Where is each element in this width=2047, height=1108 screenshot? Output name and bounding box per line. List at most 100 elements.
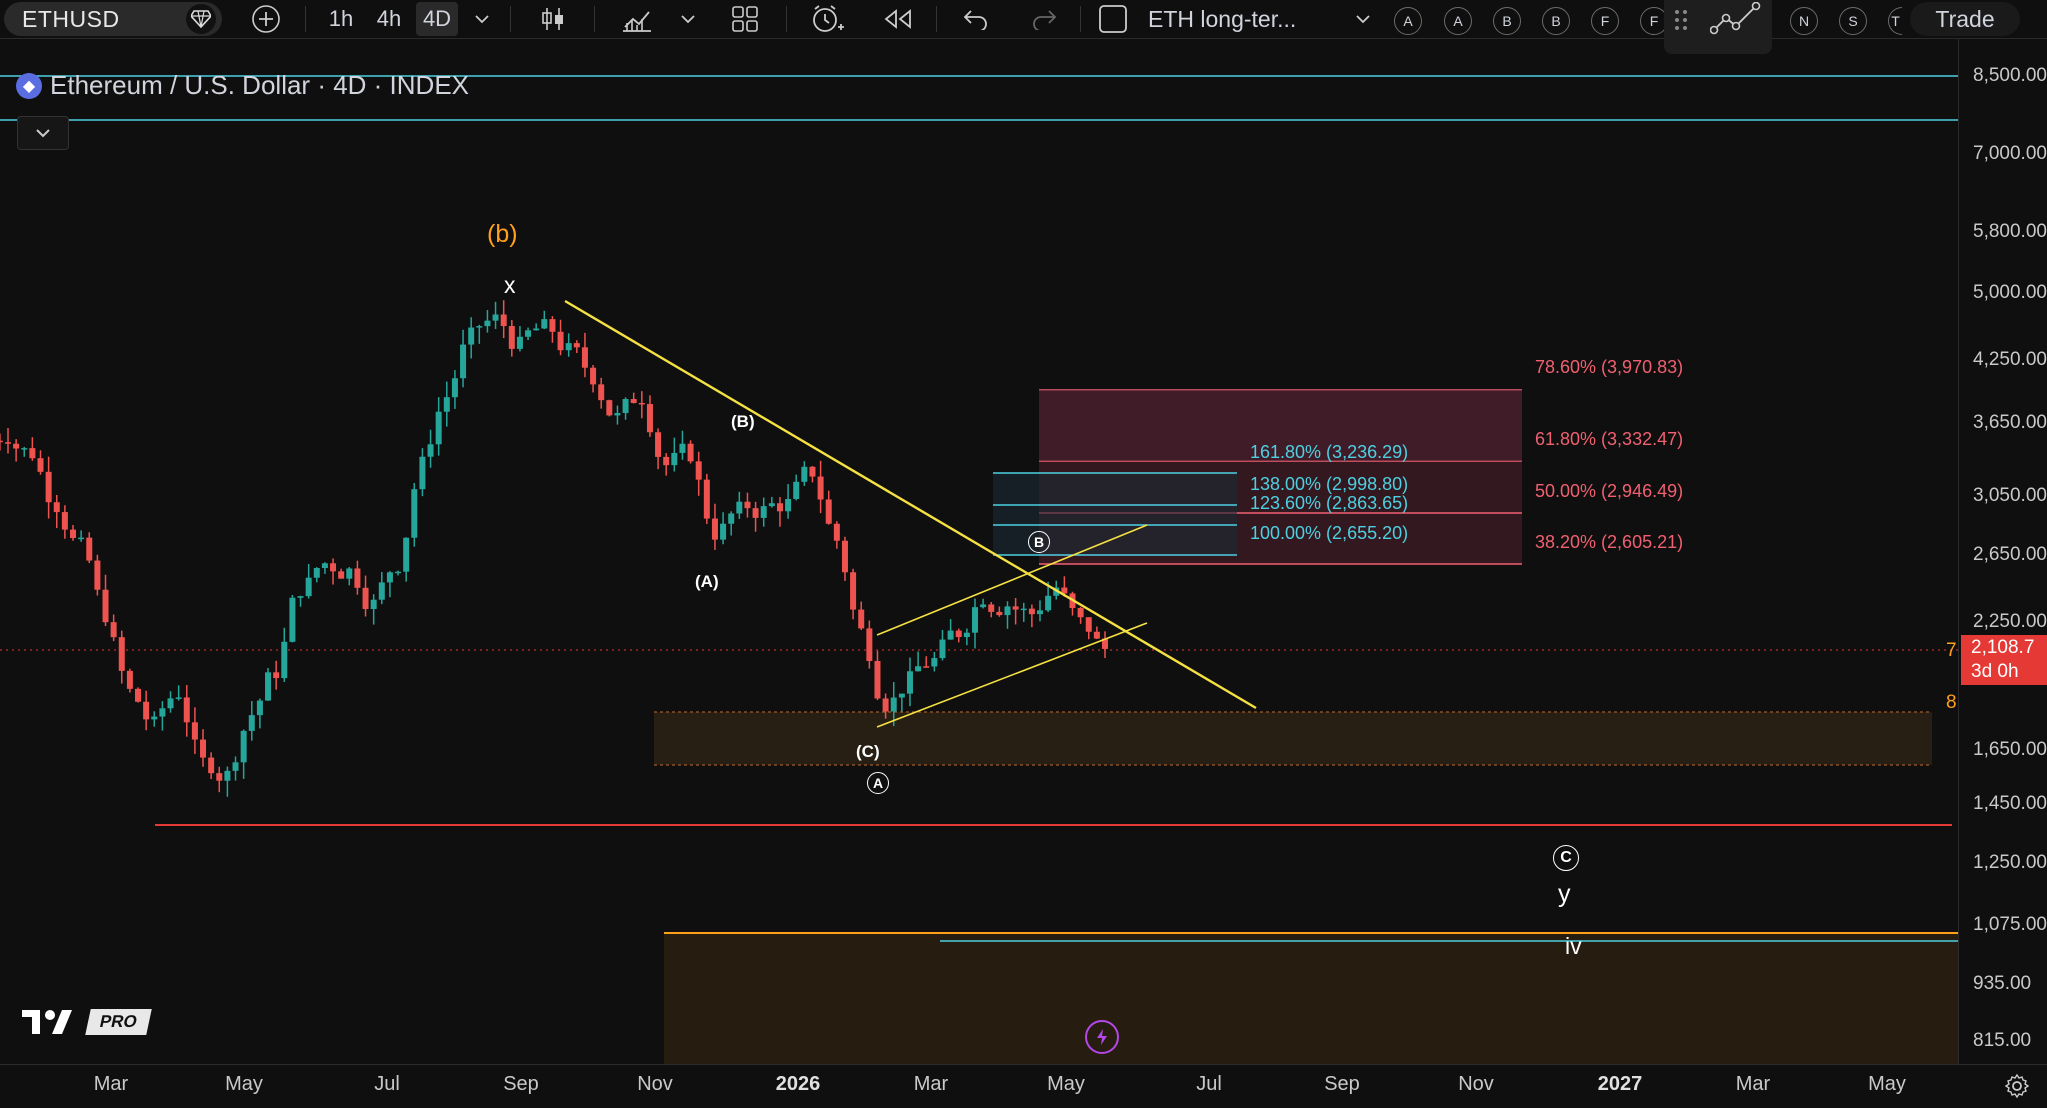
chart-settings-gear-icon[interactable] — [2004, 1073, 2030, 1099]
time-tick: Mar — [913, 1073, 949, 1095]
candle-body — [809, 466, 816, 477]
replay-icon[interactable] — [878, 0, 916, 38]
candle-body — [94, 560, 101, 590]
legend-collapse-button[interactable] — [17, 116, 69, 150]
candle-body — [508, 326, 515, 349]
candle-body — [1020, 608, 1027, 611]
watch-circle-t[interactable]: T — [1888, 7, 1902, 35]
candle-body — [362, 587, 369, 610]
watch-circle-a1[interactable]: A — [1394, 7, 1422, 35]
candle-body — [118, 637, 125, 671]
candle-body — [744, 501, 751, 509]
add-symbol-button[interactable] — [248, 0, 284, 38]
time-tick: Nov — [637, 1073, 673, 1095]
candle-body — [1077, 608, 1084, 618]
interval-4h-button[interactable]: 4h — [368, 0, 410, 38]
candle-body — [460, 344, 467, 379]
lightning-event-icon[interactable] — [1085, 1020, 1119, 1054]
interval-1h-button[interactable]: 1h — [322, 0, 360, 38]
wave-y-label: y — [1558, 880, 1571, 908]
candle-body — [525, 330, 532, 337]
trade-button[interactable]: Trade — [1910, 2, 2020, 36]
candle-body — [403, 537, 410, 572]
candle-body — [1045, 595, 1052, 611]
candle-body — [313, 567, 320, 578]
wave-A-circle-badge: A — [867, 772, 889, 794]
current-price-tag: 2,108.7 3d 0h — [1961, 635, 2047, 685]
time-tick: Jul — [1196, 1073, 1222, 1095]
candle-body — [476, 326, 483, 328]
candle-body — [338, 571, 345, 579]
candle-body — [386, 572, 393, 583]
candle-body — [866, 628, 873, 661]
candle-body — [687, 443, 694, 462]
candle-body — [435, 411, 442, 445]
pro-badge: PRO — [85, 1009, 152, 1035]
candle-body — [720, 523, 727, 540]
time-tick: Mar — [1735, 1073, 1771, 1095]
chart-legend[interactable]: ◆ Ethereum / U.S. Dollar · 4D · INDEX — [16, 70, 469, 101]
candle-body — [630, 399, 637, 403]
candles-icon[interactable] — [536, 0, 570, 38]
candle-body — [126, 670, 133, 689]
candle-body — [882, 698, 889, 712]
candle-body — [801, 466, 808, 482]
candle-body — [679, 443, 686, 453]
fib-ext-1236-label: 123.60% (2,863.65) — [1250, 493, 1409, 513]
indicators-dropdown-chevron-icon[interactable] — [676, 0, 700, 38]
candle-body — [1036, 610, 1043, 615]
layout-name-button[interactable]: ETH long-ter... — [1148, 0, 1338, 38]
watch-circle-a2[interactable]: A — [1444, 7, 1472, 35]
diamond-icon[interactable] — [186, 4, 216, 34]
candle-body — [110, 622, 117, 638]
candle-body — [768, 503, 775, 507]
price-tick: 7,000.00 — [1973, 143, 2047, 164]
candle-body — [598, 384, 605, 401]
candle-body — [200, 739, 207, 758]
candle-body — [167, 698, 174, 709]
candle-body — [289, 597, 296, 642]
candle-body — [492, 314, 499, 321]
wave-B-circle-badge: B — [1028, 531, 1050, 553]
fullscreen-square-icon[interactable] — [1095, 0, 1131, 38]
candle-body — [500, 314, 507, 327]
candle-body — [0, 440, 3, 443]
time-tick: 2027 — [1597, 1073, 1643, 1095]
candle-body — [78, 537, 85, 540]
candle-body — [988, 604, 995, 612]
watch-circle-n[interactable]: N — [1790, 7, 1818, 35]
time-tick: May — [1047, 1073, 1085, 1095]
redo-icon[interactable] — [1026, 0, 1062, 38]
watch-circle-s[interactable]: S — [1839, 7, 1867, 35]
alert-clock-icon[interactable] — [808, 0, 846, 38]
candle-body — [208, 757, 215, 774]
undo-icon[interactable] — [958, 0, 994, 38]
layouts-grid-icon[interactable] — [727, 0, 763, 38]
watch-circle-f1[interactable]: F — [1591, 7, 1619, 35]
watch-circle-b1[interactable]: B — [1493, 7, 1521, 35]
candle-body — [906, 671, 913, 694]
candle-body — [297, 596, 304, 598]
candle-body — [256, 700, 263, 716]
candle-body — [752, 508, 759, 518]
fib-ret-382-label: 38.20% (2,605.21) — [1535, 532, 1684, 552]
deep-support-zone — [664, 933, 1958, 1064]
time-tick: Sep — [503, 1073, 539, 1095]
symbol-search-button[interactable]: ETHUSD — [4, 2, 222, 36]
fib-ret-786-label: 78.60% (3,970.83) — [1535, 357, 1684, 377]
price-axis[interactable]: 8,500.00 7,000.00 5,800.00 5,000.00 4,25… — [1958, 39, 2047, 1064]
layout-dropdown-chevron-icon[interactable] — [1352, 0, 1374, 38]
candle-body — [468, 327, 475, 345]
candle-body — [590, 367, 597, 385]
candle-body — [833, 523, 840, 541]
candle-body — [614, 413, 621, 416]
watch-circle-b2[interactable]: B — [1542, 7, 1570, 35]
fib-ext-138-label: 138.00% (2,998.80) — [1250, 474, 1409, 494]
time-axis[interactable]: Mar May Jul Sep Nov 2026 Mar May Jul Sep… — [0, 1064, 2047, 1108]
interval-dropdown-chevron-icon[interactable] — [470, 0, 494, 38]
interval-4d-button[interactable]: 4D — [416, 2, 458, 36]
candle-body — [638, 402, 645, 405]
time-tick: Sep — [1324, 1073, 1360, 1095]
price-tick: 3,050.00 — [1973, 485, 2047, 506]
indicators-icon[interactable] — [618, 0, 656, 38]
